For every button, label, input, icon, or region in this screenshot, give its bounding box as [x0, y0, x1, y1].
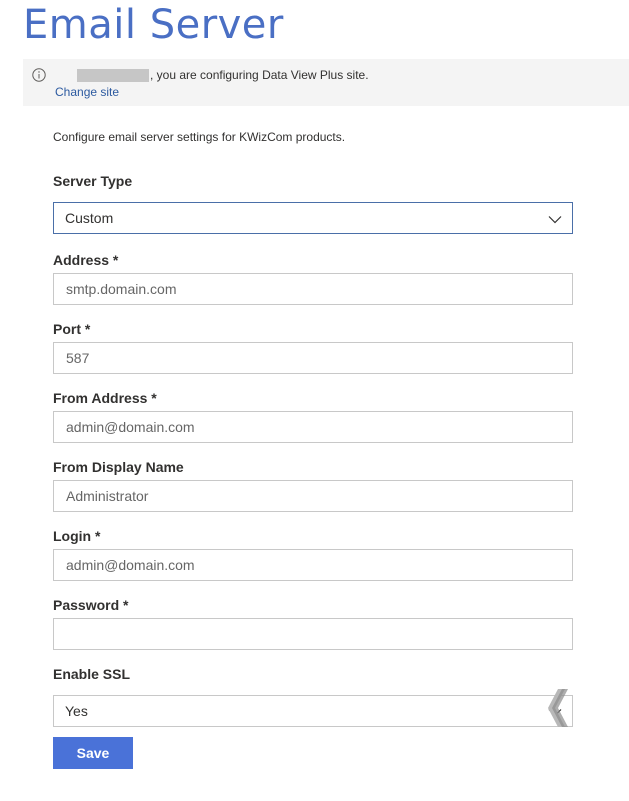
password-label: Password * — [53, 597, 129, 613]
from-display-name-label: From Display Name — [53, 459, 184, 475]
info-message: , you are configuring Data View Plus sit… — [150, 68, 369, 82]
enable-ssl-label: Enable SSL — [53, 666, 131, 682]
address-label: Address * — [53, 252, 119, 268]
server-type-value: Custom — [65, 210, 114, 226]
login-input[interactable] — [53, 549, 573, 581]
from-address-label: From Address * — [53, 390, 157, 406]
server-type-label: Server Type — [53, 173, 133, 189]
from-address-input[interactable] — [53, 411, 573, 443]
from-display-name-input[interactable] — [53, 480, 573, 512]
info-icon — [32, 68, 46, 82]
page-description: Configure email server settings for KWiz… — [53, 130, 346, 144]
change-site-link[interactable]: Change site — [55, 85, 119, 99]
server-type-select[interactable]: Custom — [53, 202, 573, 234]
page-title: Email Server — [23, 2, 284, 48]
address-input[interactable] — [53, 273, 573, 305]
enable-ssl-value: Yes — [65, 703, 88, 719]
port-input[interactable] — [53, 342, 573, 374]
chevron-down-icon — [548, 216, 562, 224]
login-label: Login * — [53, 528, 101, 544]
scroll-arrow-icon[interactable] — [540, 687, 570, 729]
redacted-user-name — [77, 69, 149, 82]
password-input[interactable] — [53, 618, 573, 650]
port-label: Port * — [53, 321, 91, 337]
save-button[interactable]: Save — [53, 737, 133, 769]
enable-ssl-select[interactable]: Yes — [53, 695, 573, 727]
info-bar: , you are configuring Data View Plus sit… — [23, 59, 629, 106]
